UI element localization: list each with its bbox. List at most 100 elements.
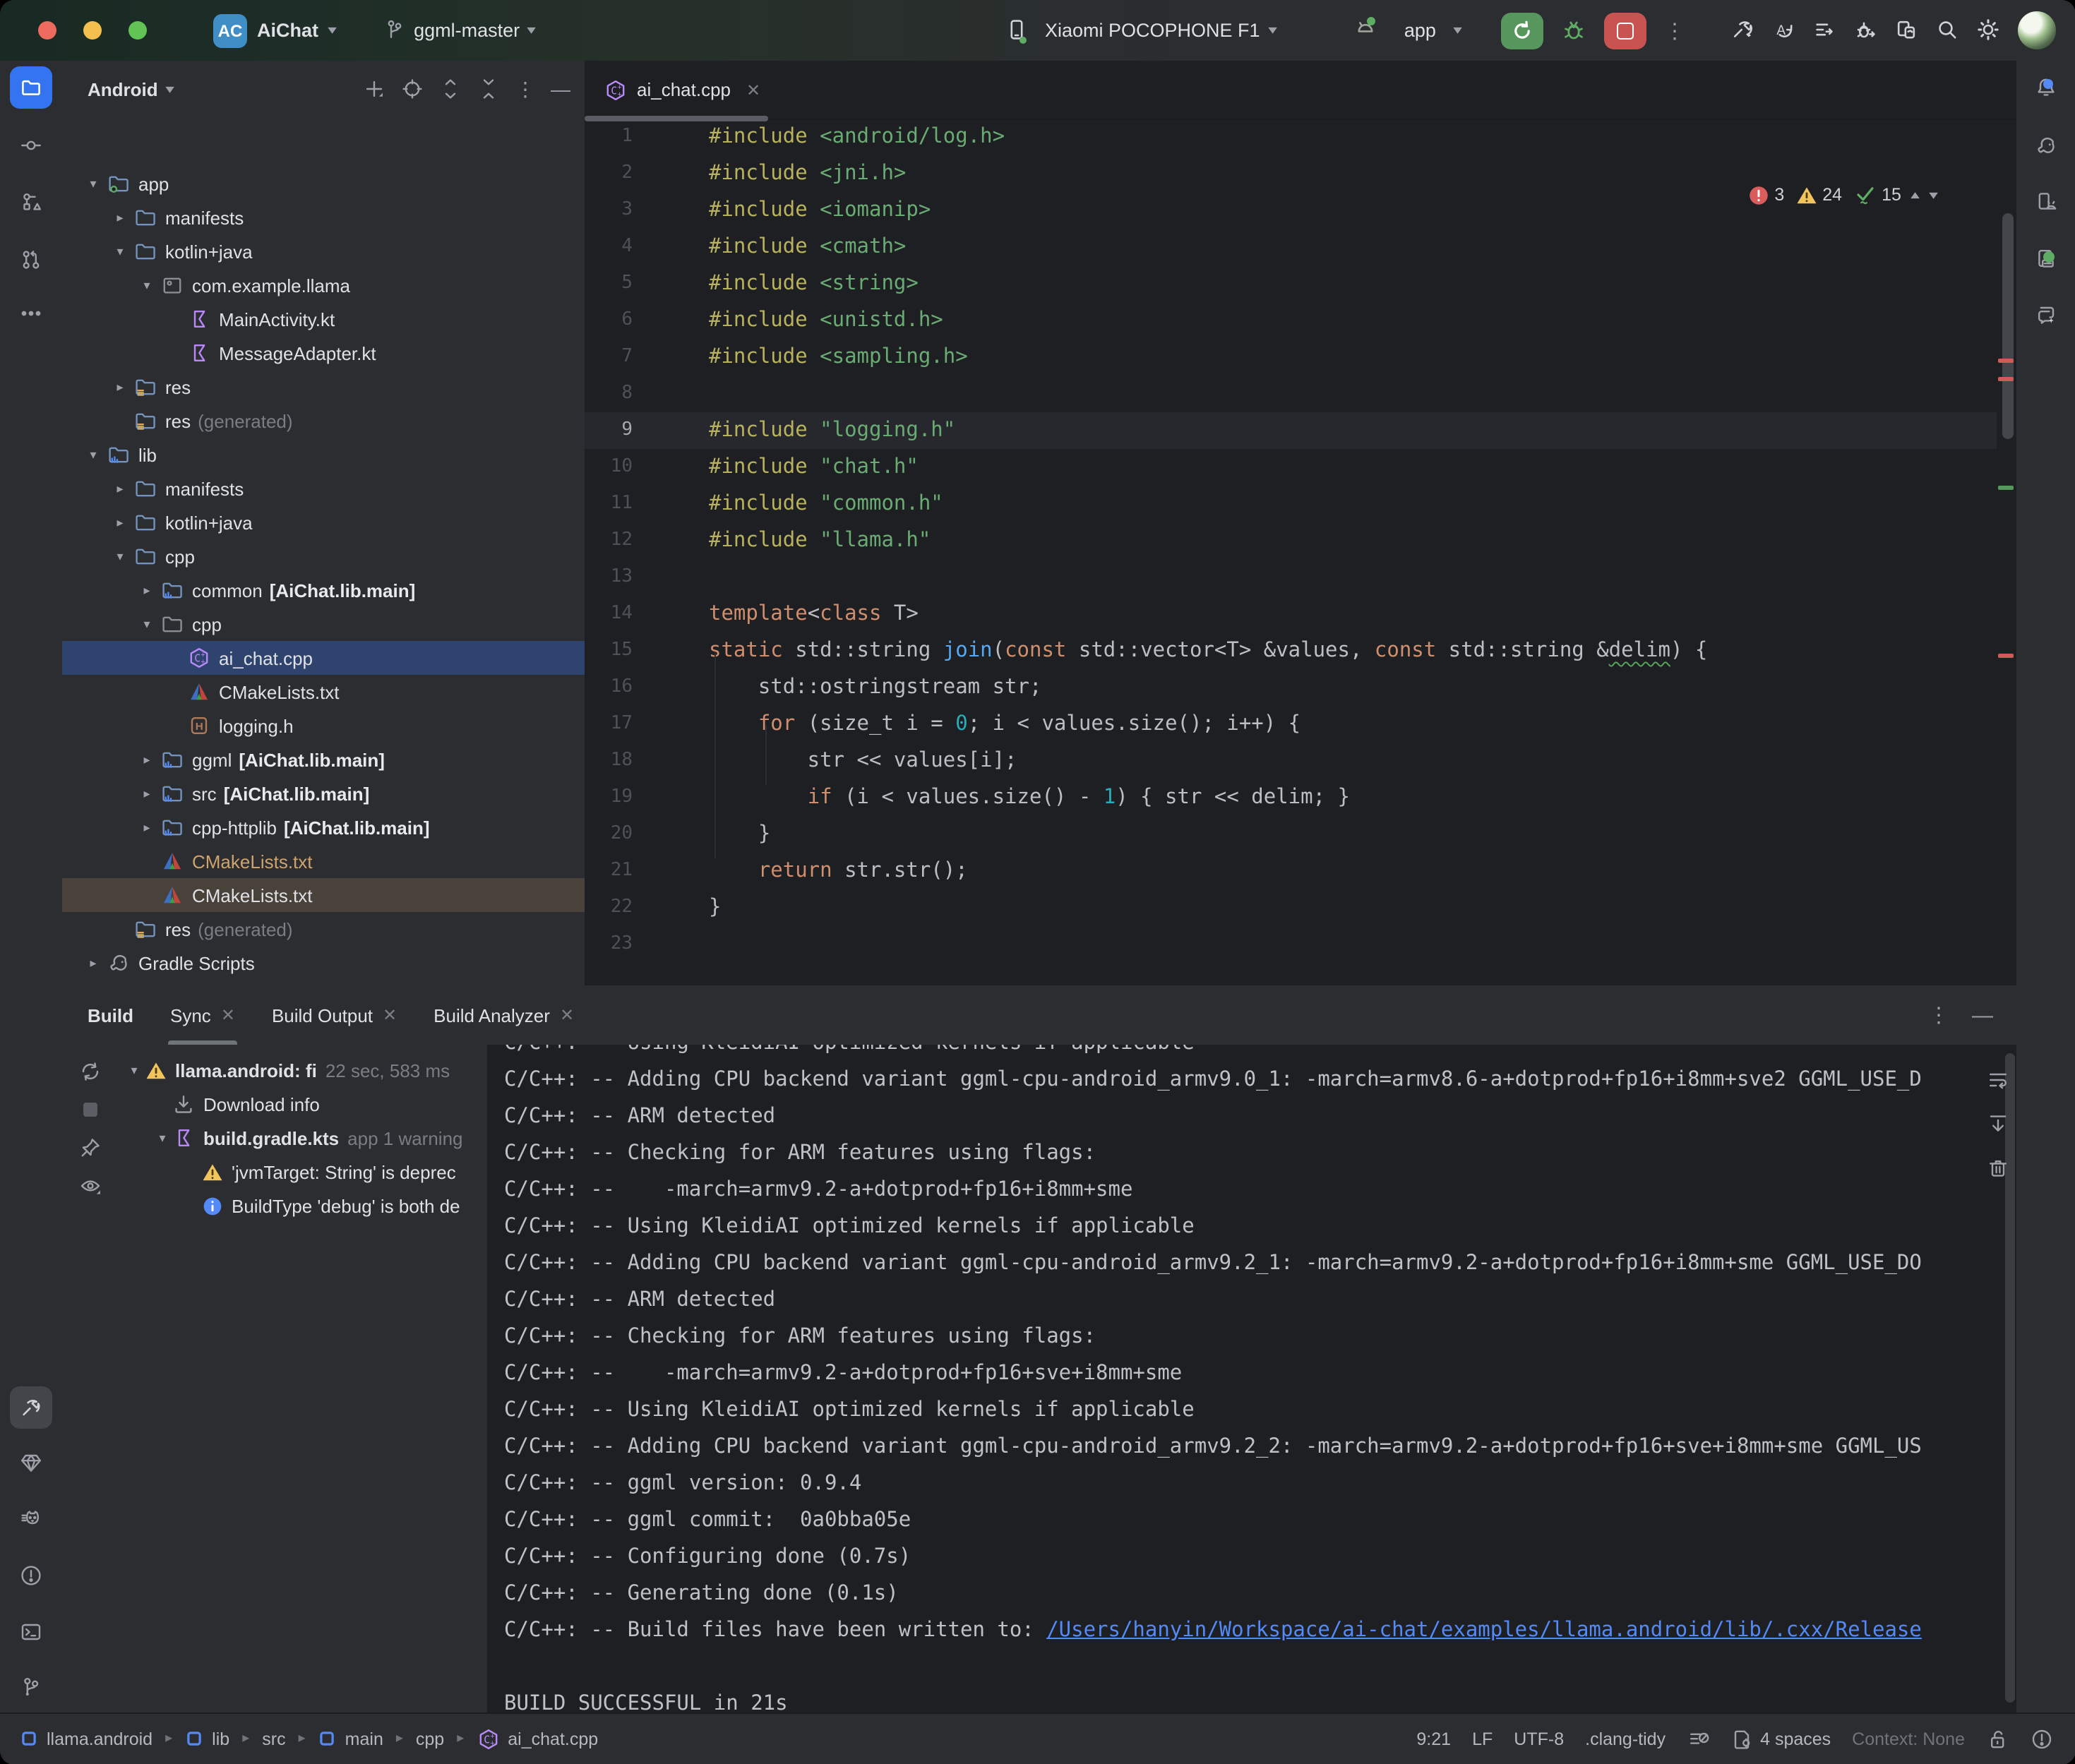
- expand-all-button[interactable]: [439, 78, 462, 100]
- status-inspections[interactable]: [2030, 1727, 2052, 1750]
- tree-item-com-example-llama[interactable]: ▾com.example.llama: [62, 268, 585, 302]
- line-number[interactable]: 17: [585, 706, 633, 743]
- search-everywhere-icon[interactable]: [1935, 18, 1958, 43]
- prev-problem-icon[interactable]: ▾: [1911, 187, 1920, 203]
- attach-debugger-icon[interactable]: [1853, 18, 1876, 43]
- line-number[interactable]: 20: [585, 816, 633, 853]
- line-number[interactable]: 8: [585, 376, 633, 412]
- line-number[interactable]: 16: [585, 669, 633, 706]
- tree-item-app[interactable]: ▾app: [62, 167, 585, 200]
- line-number[interactable]: 23: [585, 926, 633, 963]
- build-project-icon[interactable]: [1730, 18, 1753, 43]
- tree-item-cpp-httplib[interactable]: ▸cpp-httplib[AiChat.lib.main]: [62, 810, 585, 844]
- tree-item-gradle-scripts[interactable]: ▸Gradle Scripts: [62, 946, 585, 980]
- build-output-path-link[interactable]: /Users/hanyin/Workspace/ai-chat/examples…: [1046, 1619, 1922, 1642]
- editor-scrollbar-thumb[interactable]: [2002, 213, 2013, 439]
- next-problem-icon[interactable]: ▾: [1929, 187, 1938, 203]
- toolwindow-project-button[interactable]: [10, 66, 52, 109]
- options-kebab-button[interactable]: ⋮: [515, 77, 535, 101]
- breadcrumb-item-lib[interactable]: lib: [185, 1729, 229, 1748]
- device-selector[interactable]: Xiaomi POCOPHONE F1 ▾: [1005, 18, 1276, 43]
- toolwindow-terminal-button[interactable]: [10, 1611, 52, 1653]
- breadcrumb-item-cpp[interactable]: cpp: [416, 1729, 444, 1748]
- user-avatar[interactable]: [2017, 11, 2055, 49]
- toolwindow-build-button[interactable]: [10, 1386, 52, 1429]
- tree-item-kotlin-java[interactable]: ▸kotlin+java: [62, 505, 585, 539]
- error-stripe-mark[interactable]: [1997, 359, 2013, 362]
- toolwindow-gemini-button[interactable]: [2024, 294, 2067, 336]
- tree-item-res[interactable]: res(generated): [62, 912, 585, 946]
- console-scrollbar-thumb[interactable]: [2004, 1053, 2014, 1702]
- line-number[interactable]: 2: [585, 155, 633, 192]
- build-tree-item[interactable]: ▾llama.android: fi22 sec, 583 ms: [119, 1053, 487, 1087]
- locate-file-button[interactable]: [401, 78, 424, 100]
- tree-item-logging-h[interactable]: Hlogging.h: [62, 709, 585, 743]
- toolwindow-version-control-button[interactable]: [10, 1666, 52, 1708]
- build-tab-sync[interactable]: Sync✕: [170, 985, 235, 1045]
- line-number[interactable]: 9: [585, 412, 633, 449]
- line-number[interactable]: 3: [585, 192, 633, 229]
- tree-item-cpp[interactable]: ▾cpp: [62, 607, 585, 641]
- status-encoding[interactable]: UTF-8: [1514, 1729, 1564, 1748]
- toolwindow-running-devices-button[interactable]: [2024, 237, 2067, 280]
- minimize-window-button[interactable]: [83, 21, 102, 40]
- line-number[interactable]: 10: [585, 449, 633, 486]
- toolwindow-logcat-button[interactable]: [10, 1498, 52, 1540]
- rerun-app-button[interactable]: [1500, 12, 1543, 49]
- line-number[interactable]: 19: [585, 779, 633, 816]
- line-number[interactable]: 1: [585, 119, 633, 155]
- close-window-button[interactable]: [38, 21, 56, 40]
- editor-tab-ai-chat-cpp[interactable]: C++ ai_chat.cpp ✕: [585, 61, 777, 119]
- status-line-separator[interactable]: LF: [1472, 1729, 1493, 1748]
- pin-icon[interactable]: [79, 1135, 102, 1160]
- error-stripe-mark[interactable]: [1997, 377, 2013, 380]
- breadcrumb-item-llama-android[interactable]: llama.android: [20, 1729, 153, 1748]
- close-tab-icon[interactable]: ✕: [221, 1005, 235, 1025]
- line-number[interactable]: 13: [585, 559, 633, 596]
- tree-item-res[interactable]: ▸res: [62, 370, 585, 404]
- breadcrumb-item-src[interactable]: src: [262, 1729, 285, 1748]
- tree-item-ggml[interactable]: ▸ggml[AiChat.lib.main]: [62, 743, 585, 776]
- breadcrumb-item-ai-chat-cpp[interactable]: C++ai_chat.cpp: [477, 1727, 598, 1750]
- rerun-sync-icon[interactable]: [79, 1059, 102, 1084]
- tree-item-mainactivity-kt[interactable]: MainActivity.kt: [62, 302, 585, 336]
- toolwindow-structure-button[interactable]: [10, 181, 52, 223]
- device-mirror-icon[interactable]: [1894, 18, 1917, 43]
- hide-panel-button[interactable]: —: [551, 78, 570, 100]
- line-number[interactable]: 14: [585, 596, 633, 632]
- tree-item-messageadapter-kt[interactable]: MessageAdapter.kt: [62, 336, 585, 370]
- project-widget[interactable]: AC AiChat ▾: [213, 13, 335, 47]
- apply-changes-icon[interactable]: A: [1771, 18, 1794, 43]
- line-number[interactable]: 11: [585, 486, 633, 522]
- breadcrumb-item-main[interactable]: main: [318, 1729, 383, 1748]
- hide-panel-icon[interactable]: —: [1972, 1003, 1993, 1027]
- profiler-icon[interactable]: [1812, 18, 1835, 43]
- tree-item-manifests[interactable]: ▸manifests: [62, 200, 585, 234]
- toolwindow-gradle-button[interactable]: [2024, 124, 2067, 167]
- more-actions-kebab-icon[interactable]: ⋮: [1664, 18, 1685, 43]
- line-number[interactable]: 6: [585, 302, 633, 339]
- tree-item-cmakelists-txt[interactable]: CMakeLists.txt: [62, 878, 585, 912]
- build-tree-item[interactable]: ▾build.gradle.ktsapp 1 warning: [119, 1121, 487, 1155]
- tree-item-common[interactable]: ▸common[AiChat.lib.main]: [62, 573, 585, 607]
- status-write-access[interactable]: [1986, 1727, 2009, 1750]
- tree-item-manifests[interactable]: ▸manifests: [62, 472, 585, 505]
- view-options-eye-icon[interactable]: [79, 1173, 102, 1199]
- build-tree-item[interactable]: Download info: [119, 1087, 487, 1121]
- build-console[interactable]: C/C++: -- Using KleidiAI optimized kerne…: [487, 1045, 2016, 1713]
- stop-disabled-icon[interactable]: [79, 1097, 102, 1122]
- toolwindow-pull-requests-button[interactable]: [10, 239, 52, 281]
- line-number[interactable]: 15: [585, 632, 633, 669]
- tree-item-res[interactable]: res(generated): [62, 404, 585, 438]
- close-tab-icon[interactable]: ✕: [746, 80, 760, 100]
- tree-item-src[interactable]: ▸src[AiChat.lib.main]: [62, 776, 585, 810]
- debug-icon[interactable]: [1561, 18, 1585, 43]
- toolwindow-app-quality-insights-button[interactable]: [10, 1441, 52, 1484]
- tree-item-ai-chat-cpp[interactable]: C++ai_chat.cpp: [62, 641, 585, 675]
- line-number[interactable]: 18: [585, 743, 633, 779]
- run-configuration[interactable]: app: [1404, 20, 1436, 41]
- toolwindow-device-manager-button[interactable]: [2024, 181, 2067, 223]
- close-tab-icon[interactable]: ✕: [560, 1005, 574, 1025]
- build-tab-build-output[interactable]: Build Output✕: [272, 985, 397, 1045]
- stop-app-button[interactable]: [1603, 12, 1646, 49]
